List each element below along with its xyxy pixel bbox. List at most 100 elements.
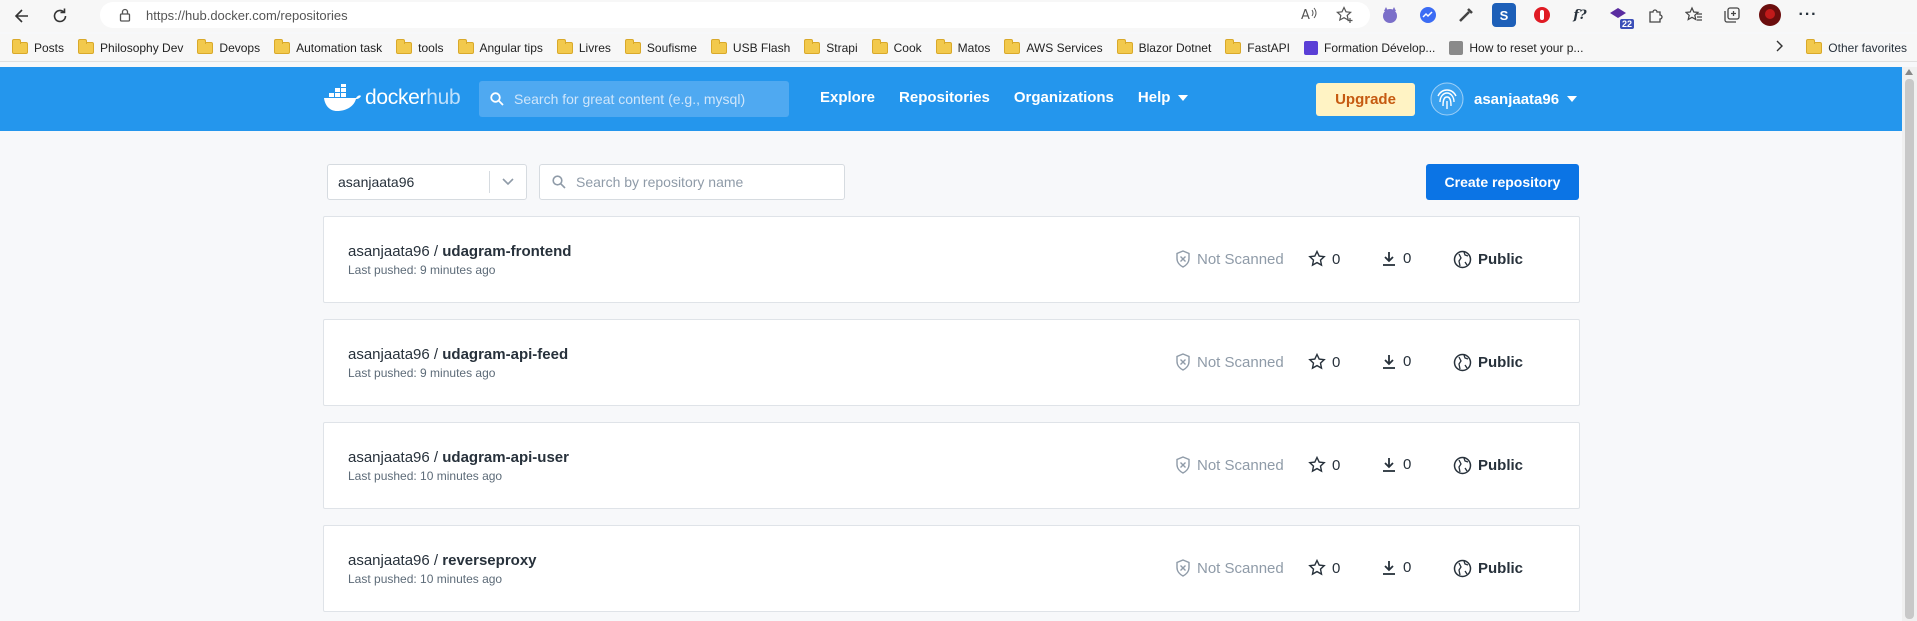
folder-icon: [1225, 38, 1242, 54]
bookmark-item[interactable]: How to reset your p...: [1449, 40, 1583, 55]
extension-s-icon[interactable]: S: [1492, 3, 1516, 27]
refresh-icon[interactable]: [44, 2, 76, 30]
extension-function-icon[interactable]: f?: [1568, 3, 1592, 27]
download-icon: [1383, 560, 1395, 575]
nav-help[interactable]: Help: [1138, 89, 1189, 106]
search-icon: [552, 175, 566, 189]
star-icon: [1308, 250, 1326, 267]
global-search[interactable]: [479, 81, 789, 117]
scroll-up-arrow-icon[interactable]: [1905, 69, 1913, 75]
chevron-right-icon[interactable]: [1774, 40, 1784, 55]
bookmark-item[interactable]: Matos: [935, 38, 990, 55]
bookmark-item[interactable]: tools: [396, 38, 444, 55]
repo-card[interactable]: asanjaata96 / udagram-api-user Last push…: [323, 422, 1580, 509]
dockerhub-header: dockerhub Explore Repositories Organizat…: [0, 67, 1902, 131]
repo-card[interactable]: asanjaata96 / udagram-api-feed Last push…: [323, 319, 1580, 406]
folder-icon: [556, 38, 573, 54]
repo-card[interactable]: asanjaata96 / udagram-frontend Last push…: [323, 216, 1580, 303]
profile-avatar-icon[interactable]: [1758, 3, 1782, 27]
repo-name: udagram-api-feed: [442, 346, 569, 363]
repo-title[interactable]: asanjaata96 / udagram-frontend: [348, 243, 571, 260]
pull-count: 0: [1381, 353, 1411, 370]
star-count: 0: [1308, 250, 1340, 268]
collections-icon[interactable]: [1720, 3, 1744, 27]
bookmark-item[interactable]: Soufisme: [624, 38, 697, 55]
shield-x-icon: [1176, 250, 1190, 268]
namespace-value: asanjaata96: [338, 174, 415, 190]
globe-icon: [1453, 456, 1472, 475]
logo-docker-text: docker: [365, 86, 427, 109]
repo-title[interactable]: asanjaata96 / udagram-api-user: [348, 449, 569, 466]
bookmark-item[interactable]: Philosophy Dev: [78, 38, 183, 55]
extensions-puzzle-icon[interactable]: [1644, 3, 1668, 27]
address-bar[interactable]: https://hub.docker.com/repositories A: [100, 2, 1370, 28]
bookmark-item[interactable]: Angular tips: [457, 38, 543, 55]
bookmark-item[interactable]: Formation Dévelop...: [1303, 40, 1435, 55]
dockerhub-logo[interactable]: dockerhub: [323, 84, 461, 112]
nav-organizations[interactable]: Organizations: [1014, 89, 1114, 106]
bookmark-item[interactable]: FastAPI: [1225, 38, 1290, 55]
namespace-select[interactable]: asanjaata96: [327, 164, 527, 200]
bookmark-item[interactable]: Cook: [871, 38, 922, 55]
back-arrow-icon[interactable]: [6, 2, 38, 30]
bookmark-item[interactable]: Blazor Dotnet: [1116, 38, 1211, 55]
more-menu-icon[interactable]: ···: [1796, 3, 1820, 27]
scan-status: Not Scanned: [1175, 559, 1284, 577]
add-favorite-icon[interactable]: [1336, 6, 1354, 29]
globe-icon: [1453, 250, 1472, 269]
shield-x-icon: [1176, 456, 1190, 474]
globe-icon: [1453, 559, 1472, 578]
docker-whale-icon: [324, 84, 361, 111]
bookmark-item[interactable]: USB Flash: [710, 38, 790, 55]
caret-down-icon: [1567, 96, 1578, 102]
bookmark-other[interactable]: Other favorites: [1774, 38, 1907, 55]
lock-icon: [118, 8, 132, 22]
chevron-down-icon[interactable]: [490, 178, 526, 186]
repo-title[interactable]: asanjaata96 / reverseproxy: [348, 552, 537, 569]
repo-name: udagram-api-user: [442, 449, 569, 466]
bookmark-item[interactable]: Automation task: [274, 38, 382, 55]
bookmark-item[interactable]: Strapi: [804, 38, 858, 55]
upgrade-button[interactable]: Upgrade: [1316, 83, 1415, 116]
star-count: 0: [1308, 456, 1340, 474]
repo-title[interactable]: asanjaata96 / udagram-api-feed: [348, 346, 568, 363]
repo-search[interactable]: [539, 164, 845, 200]
scan-status: Not Scanned: [1175, 456, 1284, 474]
download-icon: [1383, 251, 1395, 266]
last-pushed: Last pushed: 9 minutes ago: [348, 366, 496, 380]
scrollbar-thumb[interactable]: [1905, 79, 1914, 619]
folder-icon: [935, 38, 952, 54]
bookmark-item[interactable]: Livres: [556, 38, 611, 55]
username: asanjaata96: [1474, 90, 1560, 108]
scan-status: Not Scanned: [1175, 353, 1284, 371]
favorites-icon[interactable]: [1682, 3, 1706, 27]
bookmark-item[interactable]: Posts: [12, 38, 64, 55]
globe-icon: [1453, 353, 1472, 372]
extension-red-icon[interactable]: [1530, 3, 1554, 27]
extension-messenger-icon[interactable]: [1416, 3, 1440, 27]
site-favicon-icon: [1449, 40, 1464, 55]
nav-repositories[interactable]: Repositories: [899, 89, 990, 106]
bookmark-item[interactable]: AWS Services: [1004, 38, 1103, 55]
repo-namespace: asanjaata96: [348, 346, 430, 363]
folder-icon: [804, 38, 821, 54]
repo-search-input[interactable]: [576, 174, 836, 190]
global-search-input[interactable]: [514, 91, 784, 107]
badge-count: 22: [1619, 19, 1634, 29]
bookmark-item[interactable]: Devops: [197, 38, 260, 55]
extension-cat-icon[interactable]: [1378, 3, 1402, 27]
read-aloud-icon[interactable]: A: [1300, 6, 1318, 29]
star-count: 0: [1308, 559, 1340, 577]
user-menu[interactable]: asanjaata96: [1430, 82, 1578, 116]
repo-card[interactable]: asanjaata96 / reverseproxy Last pushed: …: [323, 525, 1580, 612]
pull-count: 0: [1381, 250, 1411, 267]
fingerprint-avatar-icon: [1430, 82, 1464, 116]
folder-icon: [710, 38, 727, 54]
extension-eyedropper-icon[interactable]: [1454, 3, 1478, 27]
nav-explore[interactable]: Explore: [820, 89, 875, 106]
create-repository-button[interactable]: Create repository: [1426, 164, 1579, 200]
page-scrollbar[interactable]: [1902, 67, 1917, 621]
logo-hub-text: hub: [426, 86, 461, 109]
extension-badge-icon[interactable]: 22: [1606, 3, 1634, 29]
folder-icon: [1116, 38, 1133, 54]
